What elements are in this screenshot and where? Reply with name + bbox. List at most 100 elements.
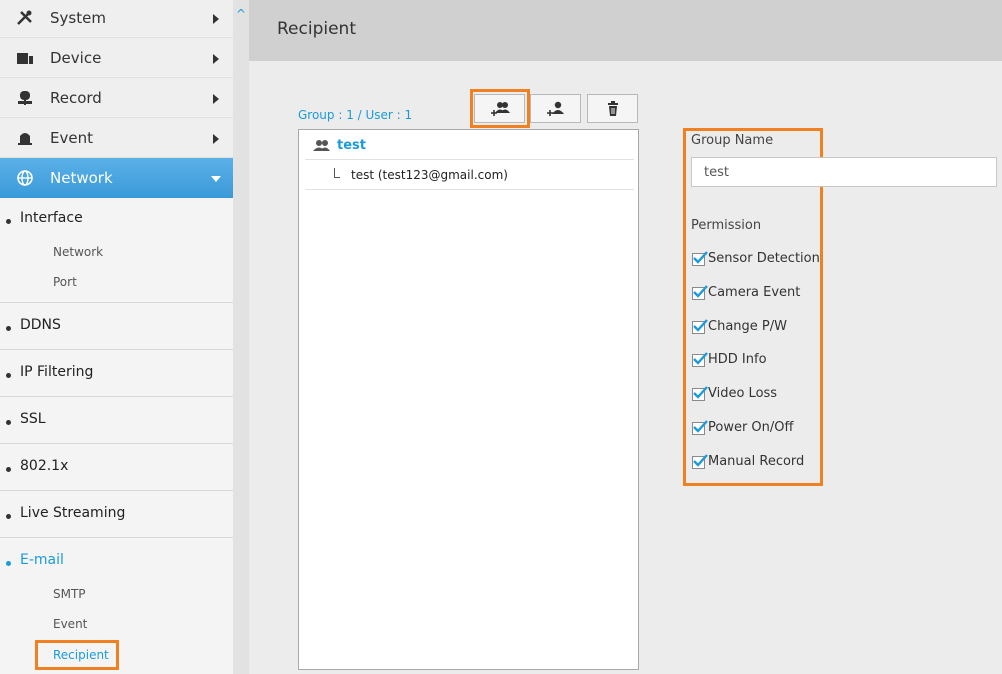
group-row[interactable]: test [305,131,634,160]
checkmark-icon [693,386,708,399]
nav-email-event[interactable]: Event [53,617,87,631]
nav-live-streaming[interactable]: Live Streaming [0,505,233,525]
checkmark-icon [693,420,708,433]
delete-button[interactable] [587,94,638,123]
checkmark-icon [693,251,708,264]
permission-label: Permission [691,218,762,233]
divider [0,490,233,491]
divider [0,537,233,538]
checkmark-icon [693,319,708,332]
menu-record[interactable]: Record [0,78,233,118]
divider [0,349,233,350]
sidebar-scrollbar[interactable]: ^ [233,0,249,674]
add-group-icon [491,102,510,116]
permission-text: Power On/Off [708,420,794,435]
chevron-right-icon [213,94,219,104]
event-icon [18,133,32,145]
divider [0,396,233,397]
permission-text: Camera Event [708,285,801,300]
group-icon [313,140,330,151]
checkmark-icon [693,285,708,298]
chevron-up-icon[interactable]: ^ [233,8,249,20]
divider [0,443,233,444]
checkbox[interactable] [692,454,708,469]
user-row[interactable]: test (test123@gmail.com) [305,161,634,190]
add-group-button[interactable] [474,94,525,123]
trash-icon [608,101,618,116]
menu-record-label: Record [50,89,102,107]
bullet-icon [6,467,11,472]
permission-text: Change P/W [708,319,787,334]
menu-event[interactable]: Event [0,118,233,158]
checkmark-icon [693,454,708,467]
nav-802-1x-label: 802.1x [20,458,69,474]
tools-icon [17,10,32,25]
chevron-right-icon [213,54,219,64]
nav-interface[interactable]: Interface [0,210,233,230]
group-name-label: Group Name [691,133,774,148]
menu-event-label: Event [50,129,93,147]
nav-email-recipient-label: Recipient [53,648,109,662]
bullet-icon [6,219,11,224]
menu-system[interactable]: System [0,0,233,38]
bullet-icon [6,561,11,566]
permission-text: Sensor Detection [708,251,820,266]
page-title: Recipient [277,19,356,39]
nav-ip-filtering-label: IP Filtering [20,364,94,380]
checkbox[interactable] [692,386,708,401]
checkbox[interactable] [692,285,708,300]
menu-system-label: System [50,9,106,27]
permission-text: Video Loss [708,386,778,401]
recipient-list: test test (test123@gmail.com) [298,129,639,670]
permission-power-on-off[interactable]: Power On/Off [691,419,821,439]
nav-email-smtp[interactable]: SMTP [53,587,86,601]
menu-device-label: Device [50,49,102,67]
tree-branch-icon [334,168,340,178]
nav-ddns-label: DDNS [20,317,61,333]
checkbox[interactable] [692,420,708,435]
permission-text: Manual Record [708,454,805,469]
checkmark-icon [693,352,708,365]
checkbox[interactable] [692,352,708,367]
nav-interface-network[interactable]: Network [53,245,103,259]
menu-device[interactable]: Device [0,38,233,78]
nav-interface-port[interactable]: Port [53,275,77,289]
nav-email-recipient[interactable]: Recipient [35,640,119,670]
record-icon [18,91,32,105]
bullet-icon [6,373,11,378]
chevron-down-icon [211,176,221,182]
device-icon [17,53,33,64]
permission-change-pw[interactable]: Change P/W [691,318,821,338]
checkbox[interactable] [692,319,708,334]
nav-email-label: E-mail [20,552,64,568]
user-entry: test (test123@gmail.com) [351,168,508,182]
chevron-right-icon [213,14,219,24]
sidebar: System Device Record Event Network Inter… [0,0,233,674]
nav-live-streaming-label: Live Streaming [20,505,126,521]
divider [0,302,233,303]
permission-manual-record[interactable]: Manual Record [691,453,821,473]
permission-hdd-info[interactable]: HDD Info [691,351,821,371]
permission-sensor-detection[interactable]: Sensor Detection [691,250,821,270]
group-name: test [337,138,366,153]
bullet-icon [6,514,11,519]
menu-network[interactable]: Network [0,158,233,198]
chevron-right-icon [213,134,219,144]
permission-video-loss[interactable]: Video Loss [691,385,821,405]
nav-802-1x[interactable]: 802.1x [0,458,233,478]
group-name-input[interactable] [691,157,997,187]
add-user-icon [547,101,564,116]
nav-ddns[interactable]: DDNS [0,317,233,337]
nav-ssl[interactable]: SSL [0,411,233,431]
bullet-icon [6,420,11,425]
checkbox[interactable] [692,251,708,266]
permission-camera-event[interactable]: Camera Event [691,284,821,304]
nav-interface-label: Interface [20,210,83,226]
bullet-icon [6,326,11,331]
nav-email[interactable]: E-mail [0,552,233,572]
globe-icon [17,170,33,186]
menu-network-label: Network [50,169,113,187]
nav-ip-filtering[interactable]: IP Filtering [0,364,233,384]
add-user-button[interactable] [530,94,581,123]
permission-text: HDD Info [708,352,767,367]
